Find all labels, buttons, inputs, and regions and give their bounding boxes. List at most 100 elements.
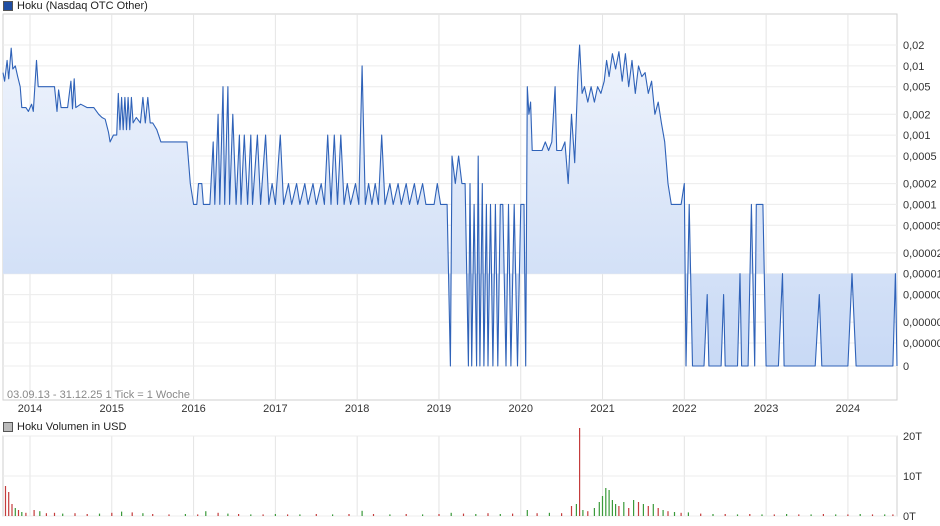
volume-bar [184,514,186,516]
volume-bar [548,512,550,516]
volume-bar [611,500,613,516]
volume-bar [389,514,391,516]
volume-bar [724,514,726,516]
volume-bar [17,510,20,516]
volume-bar [14,508,16,516]
volume-bar [582,510,584,516]
volume-bar [700,513,702,516]
volume-bar [773,514,775,516]
volume-bar [615,504,617,516]
volume-bar [786,514,788,516]
volume-bar [315,514,317,516]
volume-bar [227,513,229,516]
volume-bar [526,510,528,516]
chart-range-info: 03.09.13 - 31.12.25 1 Tick = 1 Woche [7,389,190,401]
volume-bar [673,512,676,516]
volume-bar [86,514,88,516]
volume-bar [618,506,620,516]
volume-bar [608,490,610,516]
volume-bar [142,513,144,516]
volume-bar [884,514,886,516]
volume-bar [98,513,101,516]
volume-bar [536,513,538,516]
volume-bar [605,488,607,516]
volume-bar [499,514,501,516]
volume-bar [892,514,894,516]
volume-bar [39,511,41,516]
x-tick-label: 2021 [590,403,614,415]
volume-bar [262,514,264,516]
volume-bar [512,513,514,516]
volume-bar [761,514,763,516]
volume-bar [749,514,751,516]
y-tick-label: 0,000001 [903,338,940,350]
volume-bar [598,502,600,516]
x-tick-label: 2020 [509,403,533,415]
volume-bar [623,502,625,516]
x-tick-label: 2022 [672,403,696,415]
y-tick-label: 0,0005 [903,151,937,163]
volume-bar [62,513,64,516]
volume-y-tick-label: 0T [903,511,916,523]
x-tick-label: 2015 [100,403,124,415]
volume-bar [657,508,659,516]
y-tick-label: 0,005 [903,82,931,94]
volume-bar [8,492,10,516]
volume-bar [25,512,27,516]
volume-bar [250,514,252,516]
y-tick-label: 0,00005 [903,220,940,232]
y-tick-label: 0,0002 [903,179,937,191]
volume-bar [53,512,56,516]
x-tick-label: 2019 [427,403,451,415]
x-tick-label: 2018 [345,403,369,415]
volume-bar [822,514,824,516]
volume-bar [487,513,489,516]
volume-bar [299,514,301,516]
volume-bar [871,514,874,516]
volume-bar [11,504,13,516]
volume-bar [33,510,35,516]
volume-bar [422,514,424,516]
y-tick-label: 0,001 [903,130,931,142]
volume-bar [593,508,595,516]
x-tick-label: 2023 [754,403,778,415]
volume-bar [74,513,76,516]
volume-bar [21,512,23,516]
volume-bar [131,512,133,516]
volume-bar [4,486,7,516]
volume-y-tick-label: 20T [903,431,922,443]
price-chart: 2014 2015 2016 2017 2018 2019 2020 2021 2022 2023… [2,13,940,415]
volume-bar [348,514,350,516]
volume-bar [680,512,682,516]
volume-bar [575,504,577,516]
volume-bar [810,514,812,516]
volume-bar [361,510,363,516]
volume-bar [687,512,689,516]
y-tick-label: 0,000005 [903,290,940,302]
volume-bar [647,506,649,516]
volume-bar [332,514,334,516]
volume-bar [579,428,581,516]
volume-bar [438,514,440,516]
volume-bar [217,512,219,516]
volume-bar [287,514,289,516]
volume-bar [450,512,452,516]
volume-bar [642,504,644,516]
volume-bar [628,508,630,516]
volume-bar [372,514,375,516]
volume-bar [238,514,240,516]
y-tick-label: 0,0001 [903,199,937,211]
volume-bar [197,514,199,516]
volume-bar [570,506,573,516]
volume-bar [601,496,604,516]
volume-bar [462,513,465,516]
y-tick-label: 0 [903,361,909,373]
volume-chart: 20T 10T 0T [2,428,922,523]
y-tick-label: 0,01 [903,61,924,73]
volume-bar [712,514,714,516]
volume-bar [475,514,477,516]
volume-bar [205,511,207,516]
y-tick-label: 0,02 [903,40,924,52]
volume-bar [45,513,47,516]
volume-bar [847,514,849,516]
